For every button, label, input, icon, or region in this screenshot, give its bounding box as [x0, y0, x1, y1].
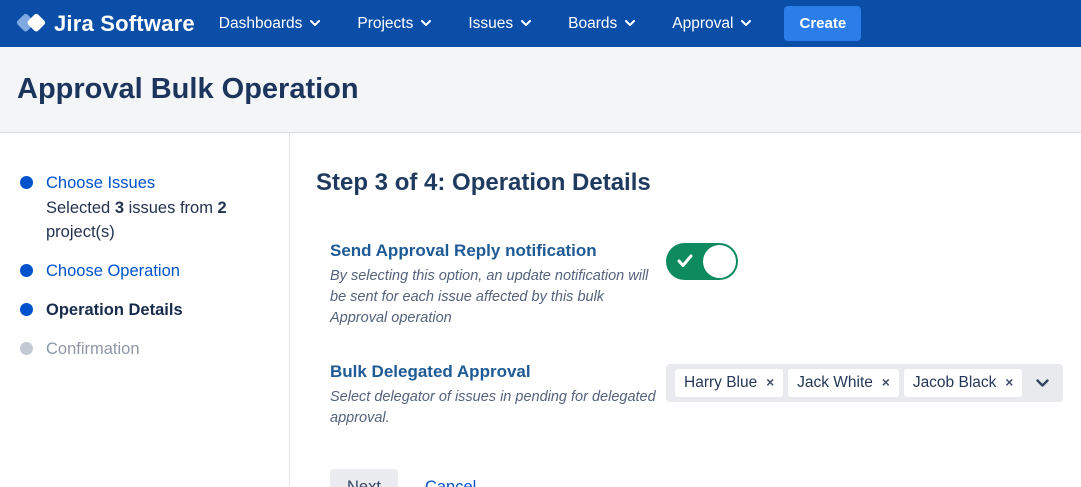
step-choose-issues[interactable]: Choose Issues Selected 3 issues from 2 p…	[20, 171, 269, 244]
remove-tag-icon[interactable]: ×	[882, 376, 890, 390]
field-label-column: Bulk Delegated Approval Select delegator…	[330, 362, 666, 429]
field-label: Bulk Delegated Approval	[330, 362, 666, 382]
step-bullet-icon	[20, 303, 33, 316]
nav-item-issues[interactable]: Issues	[468, 15, 531, 33]
projects-count: 2	[218, 199, 227, 217]
page-title: Approval Bulk Operation	[17, 73, 359, 106]
screen: Jira Software Dashboards Projects Issues…	[0, 0, 1081, 487]
field-control-column	[666, 241, 1063, 280]
selected-tag: Jack White ×	[788, 369, 899, 397]
remove-tag-icon[interactable]: ×	[1005, 376, 1013, 390]
issues-count: 3	[115, 199, 124, 217]
chevron-down-icon	[741, 20, 751, 27]
step-heading: Step 3 of 4: Operation Details	[316, 169, 1063, 197]
step-caption: Selected 3 issues from 2 project(s)	[46, 196, 269, 244]
field-description: Select delegator of issues in pending fo…	[330, 387, 660, 429]
caption-text: issues from	[129, 199, 213, 217]
nav-item-label: Issues	[468, 15, 513, 33]
cancel-link[interactable]: Cancel	[425, 478, 476, 487]
create-button[interactable]: Create	[784, 6, 861, 41]
nav-item-label: Projects	[357, 15, 413, 33]
nav-item-label: Dashboards	[219, 15, 303, 33]
field-label-column: Send Approval Reply notification By sele…	[330, 241, 666, 329]
step-label[interactable]: Choose Issues	[46, 171, 269, 195]
caption-text: Selected	[46, 199, 110, 217]
nav-item-label: Approval	[672, 15, 733, 33]
wizard-steps-sidebar: Choose Issues Selected 3 issues from 2 p…	[0, 133, 290, 486]
step-bullet-icon	[20, 264, 33, 277]
step-label[interactable]: Choose Operation	[46, 259, 180, 283]
delegator-multiselect[interactable]: Harry Blue × Jack White × Jacob Black ×	[666, 364, 1063, 402]
main-panel: Step 3 of 4: Operation Details Send Appr…	[290, 133, 1081, 486]
field-row-bulk-delegated: Bulk Delegated Approval Select delegator…	[316, 362, 1063, 429]
step-choose-operation[interactable]: Choose Operation	[20, 259, 269, 283]
field-control-column: Harry Blue × Jack White × Jacob Black ×	[666, 362, 1063, 402]
step-bullet-icon	[20, 342, 33, 355]
tag-label: Jack White	[797, 374, 873, 392]
check-icon	[677, 254, 693, 268]
step-bullet-icon	[20, 176, 33, 189]
tag-label: Jacob Black	[913, 374, 997, 392]
form-actions: Next Cancel	[316, 469, 1063, 487]
chevron-down-icon	[310, 20, 320, 27]
nav-item-projects[interactable]: Projects	[357, 15, 431, 33]
step-confirmation: Confirmation	[20, 337, 269, 361]
next-button[interactable]: Next	[330, 469, 398, 487]
field-description: By selecting this option, an update noti…	[330, 266, 660, 329]
toggle-knob[interactable]	[703, 245, 736, 278]
nav-item-dashboards[interactable]: Dashboards	[219, 15, 321, 33]
remove-tag-icon[interactable]: ×	[766, 376, 774, 390]
nav-menu: Dashboards Projects Issues Boards Approv…	[219, 15, 752, 33]
page-header: Approval Bulk Operation	[0, 47, 1081, 133]
step-label: Confirmation	[46, 337, 140, 361]
field-row-send-notification: Send Approval Reply notification By sele…	[316, 241, 1063, 329]
top-navbar: Jira Software Dashboards Projects Issues…	[0, 0, 1081, 47]
selected-tag: Harry Blue ×	[675, 369, 783, 397]
brand-name: Jira Software	[54, 11, 195, 37]
step-label: Operation Details	[46, 298, 183, 322]
nav-item-boards[interactable]: Boards	[568, 15, 635, 33]
notification-toggle[interactable]	[666, 243, 738, 280]
field-label: Send Approval Reply notification	[330, 241, 666, 261]
content: Choose Issues Selected 3 issues from 2 p…	[0, 133, 1081, 486]
tag-label: Harry Blue	[684, 374, 757, 392]
chevron-down-icon[interactable]	[1036, 379, 1049, 388]
step-operation-details[interactable]: Operation Details	[20, 298, 269, 322]
jira-home-link[interactable]: Jira Software	[16, 9, 195, 39]
chevron-down-icon	[521, 20, 531, 27]
jira-logo-icon	[16, 9, 46, 39]
nav-item-approval[interactable]: Approval	[672, 15, 751, 33]
nav-item-label: Boards	[568, 15, 617, 33]
chevron-down-icon	[625, 20, 635, 27]
selected-tag: Jacob Black ×	[904, 369, 1022, 397]
chevron-down-icon	[421, 20, 431, 27]
caption-text: project(s)	[46, 223, 115, 241]
